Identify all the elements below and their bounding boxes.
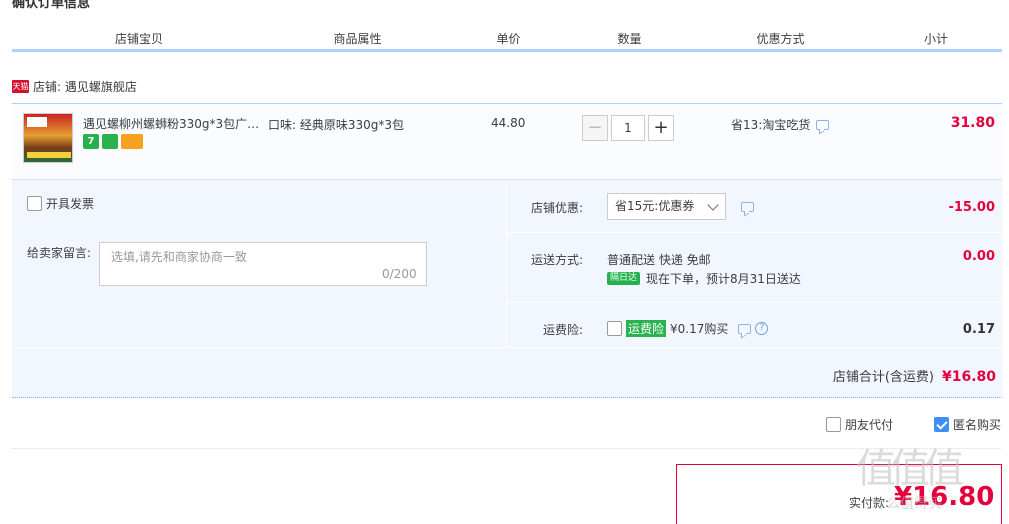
item-promo: 省13:淘宝吃货 bbox=[731, 116, 830, 133]
column-header: 优惠方式 bbox=[691, 28, 872, 49]
guarantee-icon bbox=[102, 134, 118, 149]
shop-discount-value: -15.00 bbox=[948, 200, 995, 215]
message-char-count: 0/200 bbox=[382, 267, 417, 281]
shipping-eta: 现在下单，预计8月31日送达 bbox=[646, 272, 801, 286]
shop-total-value: ¥16.80 bbox=[941, 369, 996, 385]
quantity-input[interactable]: 1 bbox=[611, 115, 645, 141]
promo-text: 省13:淘宝吃货 bbox=[731, 118, 811, 132]
insurance-price: ¥0.17购买 bbox=[670, 322, 729, 336]
comment-icon[interactable] bbox=[738, 323, 752, 334]
anonymous-purchase-option[interactable]: 匿名购买 bbox=[934, 416, 1001, 433]
column-header: 小计 bbox=[872, 28, 1002, 49]
tmall-icon: 天猫 bbox=[12, 79, 29, 93]
column-header: 商品属性 bbox=[268, 28, 449, 49]
separator bbox=[12, 448, 1002, 449]
insurance-option[interactable]: 运费险 ¥0.17购买 ? bbox=[607, 320, 769, 337]
watermark-text: 什么值得买 bbox=[872, 496, 942, 512]
shop-name-link[interactable]: 店铺: 遇见螺旗舰店 bbox=[33, 78, 137, 95]
quantity-minus-button[interactable]: − bbox=[582, 115, 608, 141]
column-header: 单价 bbox=[449, 28, 570, 49]
shop-line: 天猫 店铺: 遇见螺旗舰店 bbox=[12, 76, 137, 96]
anonymous-label: 匿名购买 bbox=[953, 418, 1002, 432]
insurance-tag: 运费险 bbox=[626, 320, 667, 337]
options-divider bbox=[507, 232, 1002, 233]
item-attribute: 口味: 经典原味330g*3包 bbox=[268, 118, 405, 132]
options-divider bbox=[506, 180, 507, 348]
friend-pay-option[interactable]: 朋友代付 bbox=[826, 416, 893, 433]
shipping-eta-line: 隔日达 现在下单，预计8月31日送达 bbox=[607, 270, 801, 287]
help-icon[interactable]: ? bbox=[755, 322, 769, 335]
credit-card-icon bbox=[121, 134, 143, 149]
shipping-label: 运送方式: bbox=[531, 253, 584, 267]
anonymous-checkbox[interactable] bbox=[934, 417, 949, 432]
column-header: 店铺宝贝 bbox=[12, 28, 268, 49]
friend-pay-checkbox[interactable] bbox=[826, 417, 841, 432]
quantity-stepper: − 1 + bbox=[582, 115, 674, 141]
shipping-value: 0.00 bbox=[962, 249, 995, 264]
insurance-checkbox[interactable] bbox=[607, 321, 622, 336]
chevron-down-icon bbox=[707, 199, 719, 211]
message-label: 给卖家留言: bbox=[27, 246, 92, 260]
column-header-row: 店铺宝贝 商品属性 单价 数量 优惠方式 小计 bbox=[12, 28, 1002, 52]
quantity-plus-button[interactable]: + bbox=[648, 115, 674, 141]
options-divider bbox=[507, 302, 1002, 303]
invoice-label: 开具发票 bbox=[46, 197, 95, 211]
comment-icon[interactable] bbox=[816, 119, 830, 130]
message-placeholder: 选填,请先和商家协商一致 bbox=[111, 250, 247, 264]
comment-icon[interactable] bbox=[741, 202, 754, 212]
item-thumbnail[interactable] bbox=[23, 113, 73, 163]
options-divider bbox=[12, 347, 1002, 348]
shop-discount-label: 店铺优惠: bbox=[531, 201, 584, 215]
seven-day-return-icon: 7 bbox=[83, 134, 99, 149]
insurance-value: 0.17 bbox=[962, 322, 995, 337]
coupon-select[interactable]: 省15元:优惠券 bbox=[607, 193, 726, 220]
column-header: 数量 bbox=[570, 28, 691, 49]
item-price: 44.80 bbox=[491, 116, 526, 130]
shop-total: 店铺合计(含运费) ¥16.80 bbox=[833, 366, 996, 385]
watermark-logo: 值值值 bbox=[856, 446, 964, 492]
coupon-selected-value: 省15元:优惠券 bbox=[615, 199, 695, 213]
shop-total-label: 店铺合计(含运费) bbox=[832, 370, 934, 385]
section-title: 确认订单信息 bbox=[12, 0, 91, 11]
item-service-badges: 7 bbox=[83, 134, 143, 149]
shipping-method: 普通配送 快递 免邮 bbox=[607, 253, 711, 267]
invoice-checkbox[interactable] bbox=[27, 196, 42, 211]
friend-pay-label: 朋友代付 bbox=[845, 418, 894, 432]
insurance-label: 运费险: bbox=[543, 323, 584, 337]
invoice-option[interactable]: 开具发票 bbox=[27, 195, 94, 212]
item-title-link[interactable]: 遇见螺柳州螺蛳粉330g*3包广… bbox=[83, 115, 259, 132]
next-day-badge: 隔日达 bbox=[607, 272, 641, 285]
item-subtotal: 31.80 bbox=[950, 115, 995, 131]
